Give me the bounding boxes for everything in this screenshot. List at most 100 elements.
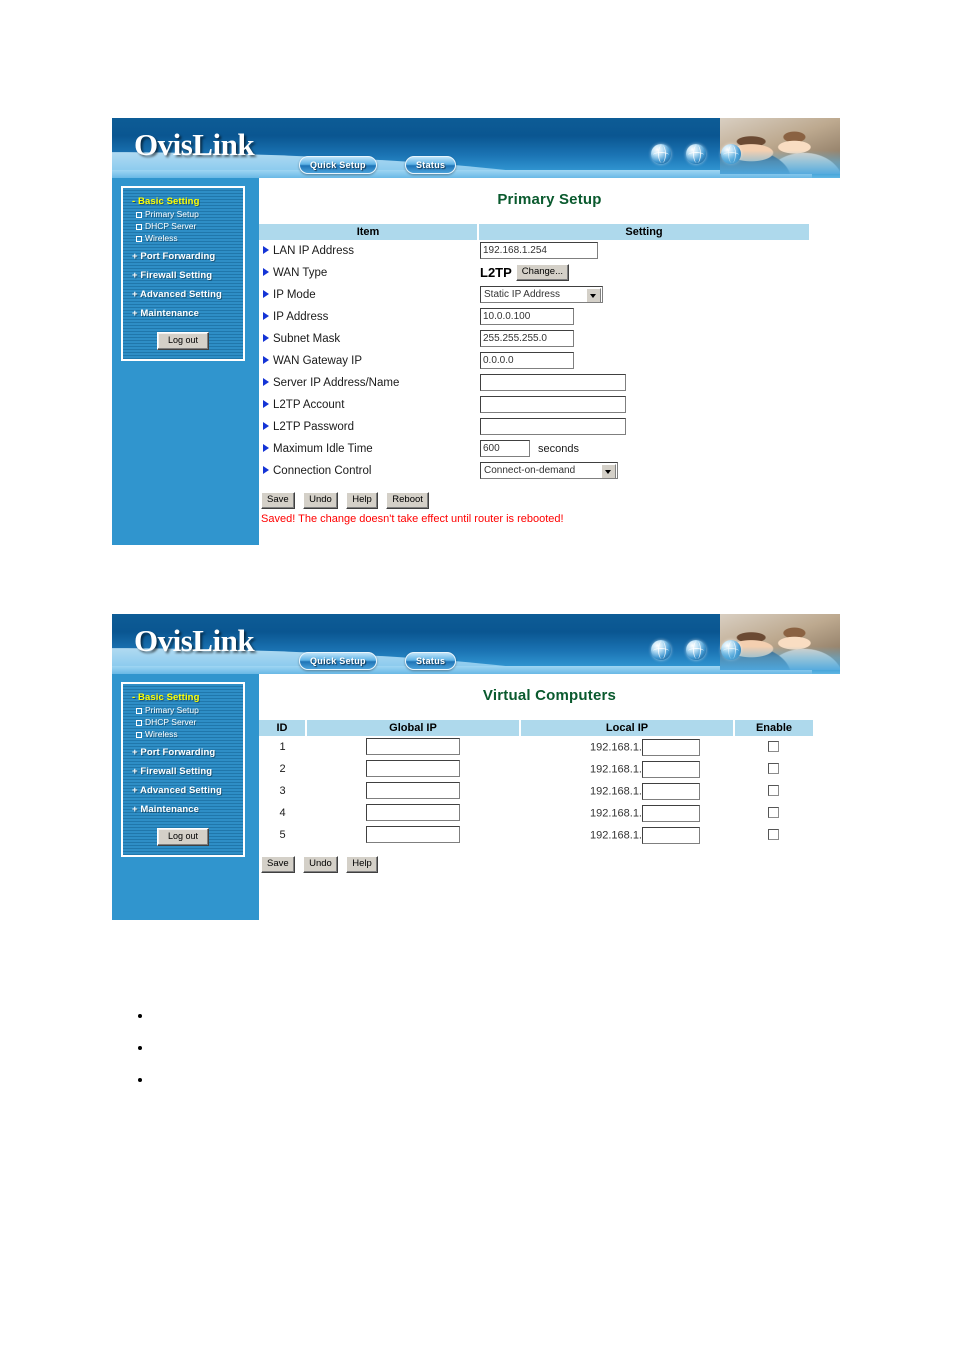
sidebar-group-basic-setting[interactable]: - Basic Setting bbox=[123, 691, 243, 704]
local-ip-input[interactable] bbox=[642, 738, 700, 756]
arrow-right-icon bbox=[263, 443, 269, 452]
sidebar-item-primary-setup[interactable]: Primary Setup bbox=[123, 704, 243, 716]
row-setting bbox=[478, 416, 809, 438]
panel-body: - Basic Setting Primary Setup DHCP Serve… bbox=[112, 178, 840, 545]
sidebar-group-basic-setting[interactable]: - Basic Setting bbox=[123, 195, 243, 208]
column-header-item: Item bbox=[259, 224, 478, 240]
row-global-ip bbox=[306, 824, 520, 846]
server-ip-address-name-input[interactable] bbox=[480, 374, 626, 392]
nav-quick-setup-button[interactable]: Quick Setup bbox=[299, 156, 377, 174]
arrow-right-icon bbox=[263, 465, 269, 474]
table-row: Server IP Address/Name bbox=[259, 372, 809, 394]
local-ip-input[interactable] bbox=[642, 760, 700, 778]
sidebar-group-maintenance[interactable]: + Maintenance bbox=[123, 803, 243, 816]
connection-control-select[interactable]: Connect-on-demand bbox=[480, 462, 618, 480]
row-local-ip: 192.168.1. bbox=[520, 758, 734, 780]
global-ip-input[interactable] bbox=[366, 738, 460, 756]
nav-status-button[interactable]: Status bbox=[405, 652, 457, 670]
sidebar-group-port-forwarding[interactable]: + Port Forwarding bbox=[123, 250, 243, 263]
sidebar-item-dhcp-server[interactable]: DHCP Server bbox=[123, 220, 243, 232]
primary-setup-table: Item Setting LAN IP Address 192.168.1.25… bbox=[259, 224, 809, 482]
subnet-mask-input[interactable]: 255.255.255.0 bbox=[480, 330, 574, 348]
sidebar-group-advanced-setting[interactable]: + Advanced Setting bbox=[123, 288, 243, 301]
local-ip-input[interactable] bbox=[642, 782, 700, 800]
sidebar-item-dhcp-server[interactable]: DHCP Server bbox=[123, 716, 243, 728]
enable-checkbox[interactable] bbox=[768, 807, 779, 819]
table-header-row: Item Setting bbox=[259, 224, 809, 240]
sidebar-item-primary-setup[interactable]: Primary Setup bbox=[123, 208, 243, 220]
row-enable bbox=[734, 780, 813, 802]
chevron-down-icon[interactable] bbox=[586, 288, 601, 303]
nav-quick-setup-button[interactable]: Quick Setup bbox=[299, 652, 377, 670]
enable-checkbox[interactable] bbox=[768, 763, 779, 775]
arrow-right-icon bbox=[263, 333, 269, 342]
enable-checkbox[interactable] bbox=[768, 741, 779, 753]
global-ip-input[interactable] bbox=[366, 760, 460, 778]
sidebar-item-wireless[interactable]: Wireless bbox=[123, 232, 243, 244]
local-ip-input[interactable] bbox=[642, 804, 700, 822]
nav-status-button[interactable]: Status bbox=[405, 156, 457, 174]
sidebar-group-firewall-setting[interactable]: + Firewall Setting bbox=[123, 765, 243, 778]
save-button[interactable]: Save bbox=[261, 492, 295, 510]
save-button[interactable]: Save bbox=[261, 856, 295, 874]
enable-checkbox[interactable] bbox=[768, 785, 779, 797]
brand-banner: OvisLink Quick Setup Status bbox=[112, 118, 840, 178]
chevron-down-icon[interactable] bbox=[601, 464, 616, 479]
row-label-text: IP Address bbox=[273, 311, 329, 323]
sidebar-group-port-forwarding[interactable]: + Port Forwarding bbox=[123, 746, 243, 759]
row-local-ip: 192.168.1. bbox=[520, 736, 734, 758]
row-local-ip: 192.168.1. bbox=[520, 802, 734, 824]
sidebar-group-advanced-setting[interactable]: + Advanced Setting bbox=[123, 784, 243, 797]
router-admin-panel-virtual-computers: OvisLink Quick Setup Status - Basic Sett… bbox=[112, 614, 840, 920]
column-header-enable: Enable bbox=[733, 720, 813, 736]
row-label-ip-mode: IP Mode bbox=[259, 284, 478, 306]
lan-ip-address-input[interactable]: 192.168.1.254 bbox=[480, 242, 598, 260]
row-setting: L2TP Change... bbox=[478, 262, 809, 284]
row-enable bbox=[734, 736, 813, 758]
wan-gateway-ip-input[interactable]: 0.0.0.0 bbox=[480, 352, 574, 370]
sidebar-menu-box: - Basic Setting Primary Setup DHCP Serve… bbox=[121, 682, 245, 857]
logout-button[interactable]: Log out bbox=[157, 828, 209, 846]
ip-address-input[interactable]: 10.0.0.100 bbox=[480, 308, 574, 326]
row-setting: 10.0.0.100 bbox=[478, 306, 809, 328]
globe-icon bbox=[686, 640, 706, 660]
enable-checkbox[interactable] bbox=[768, 829, 779, 841]
row-label-text: Maximum Idle Time bbox=[273, 443, 373, 455]
global-ip-input[interactable] bbox=[366, 826, 460, 844]
local-ip-input[interactable] bbox=[642, 826, 700, 844]
change-wan-type-button[interactable]: Change... bbox=[515, 264, 569, 282]
sidebar: - Basic Setting Primary Setup DHCP Serve… bbox=[112, 178, 259, 545]
reboot-button[interactable]: Reboot bbox=[386, 492, 429, 510]
logout-button[interactable]: Log out bbox=[157, 332, 209, 350]
sidebar-item-wireless[interactable]: Wireless bbox=[123, 728, 243, 740]
local-ip-prefix: 192.168.1. bbox=[590, 785, 642, 797]
row-label-wan-type: WAN Type bbox=[259, 262, 478, 284]
ip-mode-select[interactable]: Static IP Address bbox=[480, 286, 603, 304]
maximum-idle-time-input[interactable]: 600 bbox=[480, 440, 530, 458]
square-bullet-icon bbox=[136, 212, 142, 218]
help-button[interactable]: Help bbox=[346, 492, 378, 510]
banner-photo-overlay bbox=[720, 118, 840, 174]
help-button[interactable]: Help bbox=[346, 856, 378, 874]
global-ip-input[interactable] bbox=[366, 804, 460, 822]
table-row: IP Address 10.0.0.100 bbox=[259, 306, 809, 328]
row-label-text: L2TP Account bbox=[273, 399, 345, 411]
table-header-row: ID Global IP Local IP Enable bbox=[259, 720, 813, 736]
row-label-server-ip-address-name: Server IP Address/Name bbox=[259, 372, 478, 394]
sidebar-group-firewall-setting[interactable]: + Firewall Setting bbox=[123, 269, 243, 282]
global-ip-input[interactable] bbox=[366, 782, 460, 800]
undo-button[interactable]: Undo bbox=[303, 856, 338, 874]
undo-button[interactable]: Undo bbox=[303, 492, 338, 510]
l2tp-password-input[interactable] bbox=[480, 418, 626, 436]
sidebar-group-maintenance[interactable]: + Maintenance bbox=[123, 307, 243, 320]
virtual-computers-button-row: Save Undo Help bbox=[261, 856, 840, 874]
l2tp-account-input[interactable] bbox=[480, 396, 626, 414]
row-global-ip bbox=[306, 736, 520, 758]
row-label-text: IP Mode bbox=[273, 289, 316, 301]
sidebar-item-label: DHCP Server bbox=[145, 221, 197, 231]
document-bullet-list bbox=[136, 1008, 152, 1104]
maximum-idle-time-units: seconds bbox=[538, 442, 579, 455]
row-label-lan-ip-address: LAN IP Address bbox=[259, 240, 478, 262]
brand-banner: OvisLink Quick Setup Status bbox=[112, 614, 840, 674]
row-enable bbox=[734, 802, 813, 824]
